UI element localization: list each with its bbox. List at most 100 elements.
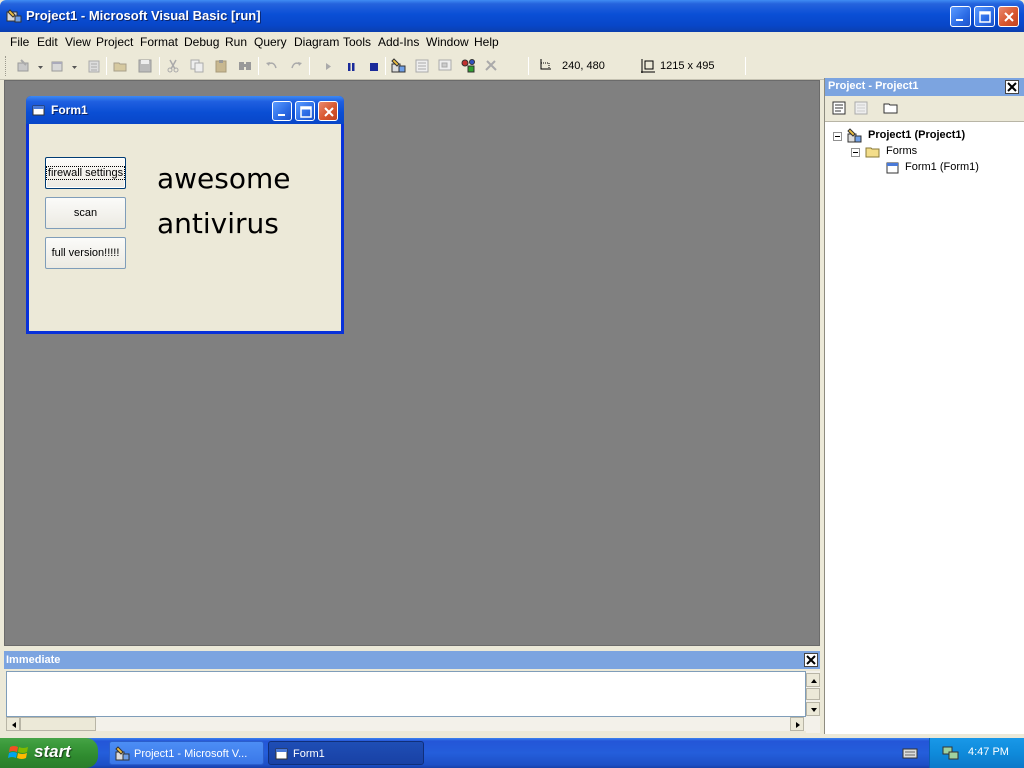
main-title-bar[interactable]: Project1 - Microsoft Visual Basic [run] bbox=[0, 0, 1024, 32]
tree-node-forms[interactable]: Forms bbox=[851, 144, 1021, 160]
toolbar-separator bbox=[385, 57, 386, 75]
toolbox-icon[interactable] bbox=[481, 56, 501, 76]
project-pane-toolbar bbox=[825, 96, 1024, 122]
form1-maximize-button[interactable] bbox=[295, 101, 315, 121]
menu-project[interactable]: Project bbox=[96, 35, 133, 49]
form1-title: Form1 bbox=[51, 103, 88, 117]
start-label: start bbox=[34, 742, 71, 761]
paste-icon[interactable] bbox=[211, 56, 231, 76]
network-icon[interactable] bbox=[942, 745, 960, 764]
awesome-label: awesome bbox=[157, 162, 291, 195]
close-button[interactable] bbox=[998, 6, 1019, 27]
redo-icon[interactable] bbox=[286, 56, 306, 76]
form1-title-bar[interactable]: Form1 bbox=[26, 96, 344, 124]
view-object-icon[interactable] bbox=[853, 100, 873, 118]
add-form-icon[interactable] bbox=[48, 56, 68, 76]
clock[interactable]: 4:47 PM bbox=[968, 746, 1009, 758]
horizontal-scroll-thumb[interactable] bbox=[20, 717, 96, 731]
immediate-close-icon[interactable] bbox=[804, 653, 818, 667]
size-icon bbox=[638, 56, 658, 76]
position-readout: 240, 480 bbox=[562, 60, 605, 72]
menu-add-ins[interactable]: Add-Ins bbox=[378, 35, 419, 49]
size-readout: 1215 x 495 bbox=[660, 60, 715, 72]
project-explorer-icon[interactable] bbox=[389, 56, 409, 76]
form-icon bbox=[275, 748, 288, 760]
minimize-button[interactable] bbox=[950, 6, 971, 27]
visual-basic-app-icon[interactable] bbox=[6, 8, 22, 24]
scroll-left-icon[interactable] bbox=[6, 717, 20, 731]
menu-edit[interactable]: Edit bbox=[37, 35, 58, 49]
toolbar-grip[interactable] bbox=[5, 56, 8, 76]
properties-window-icon[interactable] bbox=[412, 56, 432, 76]
form1-client-area: firewall settings scan full version!!!!!… bbox=[29, 124, 341, 331]
menu-window[interactable]: Window bbox=[426, 35, 469, 49]
scan-button[interactable]: scan bbox=[45, 197, 126, 229]
end-stop-icon[interactable] bbox=[363, 56, 383, 76]
project-icon bbox=[847, 128, 862, 143]
menu-editor-icon[interactable] bbox=[84, 56, 104, 76]
immediate-vertical-scrollbar[interactable] bbox=[806, 671, 820, 733]
add-form-dropdown-icon[interactable] bbox=[69, 56, 79, 76]
tree-node-form1[interactable]: Form1 (Form1) bbox=[883, 160, 1021, 176]
firewall-settings-button[interactable]: firewall settings bbox=[45, 157, 126, 189]
form1-close-button[interactable] bbox=[318, 101, 338, 121]
antivirus-label: antivirus bbox=[157, 207, 279, 240]
toolbar-separator bbox=[528, 57, 529, 75]
scroll-right-icon[interactable] bbox=[790, 717, 804, 731]
menu-diagram[interactable]: Diagram bbox=[294, 35, 339, 49]
immediate-horizontal-scrollbar[interactable] bbox=[6, 717, 806, 731]
menu-view[interactable]: View bbox=[65, 35, 91, 49]
form-icon[interactable] bbox=[32, 104, 46, 121]
menu-tools[interactable]: Tools bbox=[343, 35, 371, 49]
toolbar-separator bbox=[745, 57, 746, 75]
immediate-input-area[interactable] bbox=[6, 671, 806, 717]
menu-run[interactable]: Run bbox=[225, 35, 247, 49]
standard-toolbar: 240, 480 1215 x 495 bbox=[0, 52, 1024, 80]
add-project-icon[interactable] bbox=[14, 56, 34, 76]
full-version-button[interactable]: full version!!!!! bbox=[45, 237, 126, 269]
save-project-icon[interactable] bbox=[135, 56, 155, 76]
taskbar-item-form1[interactable]: Form1 bbox=[268, 741, 424, 765]
project-pane-header[interactable]: Project - Project1 bbox=[825, 78, 1024, 96]
keyboard-icon[interactable] bbox=[902, 745, 918, 764]
folder-icon bbox=[865, 147, 880, 158]
taskbar-item-label: Project1 - Microsoft V... bbox=[134, 748, 248, 760]
tree-label-forms: Forms bbox=[886, 145, 918, 157]
menu-bar: File Edit View Project Format Debug Run … bbox=[0, 32, 1024, 52]
menu-debug[interactable]: Debug bbox=[184, 35, 219, 49]
object-browser-icon[interactable] bbox=[458, 56, 478, 76]
tree-collapse-icon[interactable] bbox=[833, 132, 842, 141]
add-project-dropdown-icon[interactable] bbox=[35, 56, 45, 76]
copy-icon[interactable] bbox=[187, 56, 207, 76]
menu-file[interactable]: File bbox=[10, 35, 29, 49]
menu-format[interactable]: Format bbox=[140, 35, 178, 49]
scroll-up-icon[interactable] bbox=[806, 673, 820, 687]
tree-label-form1: Form1 (Form1) bbox=[905, 161, 979, 173]
view-code-icon[interactable] bbox=[831, 100, 851, 118]
menu-query[interactable]: Query bbox=[254, 35, 287, 49]
tree-node-project1[interactable]: Project1 (Project1) bbox=[833, 128, 1023, 144]
tree-collapse-icon[interactable] bbox=[851, 148, 860, 157]
immediate-header[interactable]: Immediate bbox=[4, 651, 820, 669]
start-button[interactable]: start bbox=[0, 738, 98, 768]
break-pause-icon[interactable] bbox=[341, 56, 361, 76]
cut-icon[interactable] bbox=[163, 56, 183, 76]
undo-icon[interactable] bbox=[262, 56, 282, 76]
maximize-button[interactable] bbox=[974, 6, 995, 27]
form1-window[interactable]: Form1 firewall settings scan full versio… bbox=[26, 96, 344, 334]
toggle-folders-icon[interactable] bbox=[883, 100, 903, 118]
taskbar-item-visual-basic[interactable]: Project1 - Microsoft V... bbox=[109, 741, 264, 765]
form1-minimize-button[interactable] bbox=[272, 101, 292, 121]
find-icon[interactable] bbox=[235, 56, 255, 76]
scroll-down-icon[interactable] bbox=[806, 702, 820, 716]
start-run-icon[interactable] bbox=[318, 56, 338, 76]
menu-help[interactable]: Help bbox=[474, 35, 499, 49]
open-project-icon[interactable] bbox=[111, 56, 131, 76]
visual-basic-app-icon bbox=[115, 746, 130, 761]
project-pane-close-icon[interactable] bbox=[1005, 80, 1019, 94]
project-explorer-pane: Project - Project1 Project1 (Project1) F… bbox=[824, 78, 1024, 734]
toolbar-separator bbox=[159, 57, 160, 75]
form-layout-icon[interactable] bbox=[435, 56, 455, 76]
vertical-scroll-thumb[interactable] bbox=[806, 688, 820, 700]
immediate-title: Immediate bbox=[6, 654, 61, 666]
